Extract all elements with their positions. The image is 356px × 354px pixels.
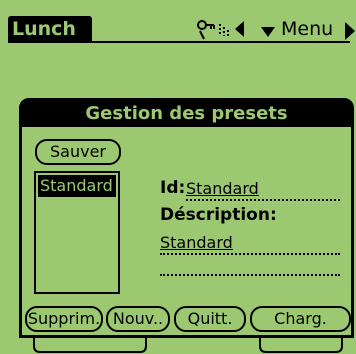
menu-button[interactable]: Menu [281,16,333,42]
presets-list[interactable]: Standard [34,171,120,294]
load-button[interactable]: Charg. [250,306,351,332]
title-divider [8,41,350,43]
app-title[interactable]: Lunch [8,16,92,42]
description-label: Déscription: [160,205,277,225]
id-field[interactable]: Standard [186,179,259,198]
list-item[interactable]: Standard [38,175,116,197]
quit-button[interactable]: Quitt. [174,306,246,332]
id-label: Id: [160,178,186,198]
menu-dropdown-icon[interactable] [260,23,276,42]
bottom-tab-outlines [33,338,343,353]
new-button[interactable]: Nouv.. [106,306,170,332]
signal-icon [218,18,232,40]
title-bar: Lunch Menu [0,0,356,44]
presets-dialog: Gestion des presets Sauver Standard Id: … [19,98,354,338]
description-line-2 [160,274,340,276]
save-button[interactable]: Sauver [35,139,121,165]
status-icons [196,16,246,42]
delete-button[interactable]: Supprim. [25,306,103,332]
dialog-title: Gestion des presets [22,101,351,127]
id-field-line [186,199,340,201]
description-line-1 [160,253,340,255]
description-field[interactable]: Standard [160,233,233,252]
key-icon [196,18,218,40]
back-arrow-icon[interactable] [232,18,246,40]
